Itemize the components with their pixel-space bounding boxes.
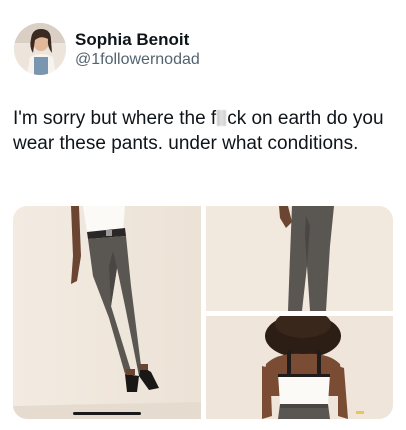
- display-name[interactable]: Sophia Benoit: [75, 30, 189, 50]
- censored-letter: [217, 110, 227, 126]
- tweet-text-start: I'm sorry but where the f: [13, 108, 217, 129]
- avatar[interactable]: [14, 23, 66, 75]
- photo-pants-side[interactable]: [206, 206, 393, 311]
- photo-model-back[interactable]: [206, 316, 393, 419]
- photo-model-front[interactable]: [13, 206, 201, 419]
- avatar-photo: [14, 23, 66, 75]
- tweet-text: I'm sorry but where the f ck on earth do …: [13, 107, 393, 156]
- media-grid: [13, 206, 393, 419]
- user-handle[interactable]: @1followernodad: [75, 51, 200, 69]
